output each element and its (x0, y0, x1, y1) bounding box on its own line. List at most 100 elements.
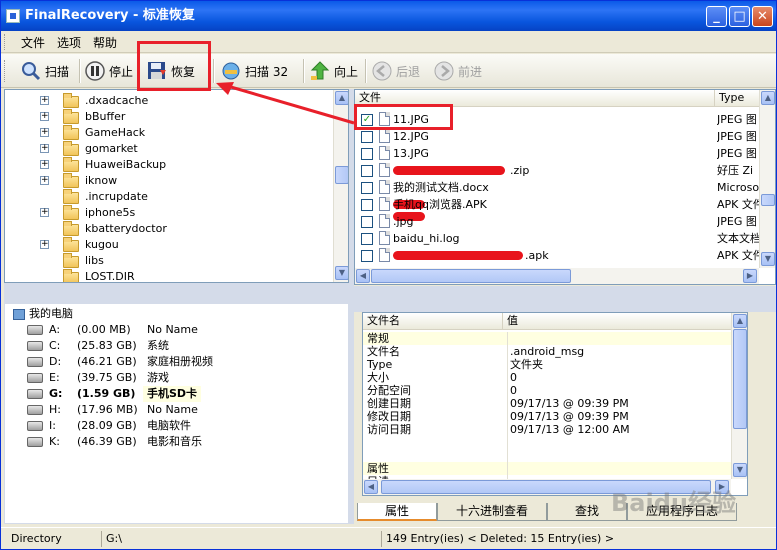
file-checkbox[interactable] (361, 216, 373, 228)
drive-item[interactable]: E: (39.75 GB) 游戏 (5, 370, 335, 386)
property-name: 属性 (367, 462, 389, 475)
menu-file[interactable]: 文件 (15, 31, 51, 54)
file-checkbox[interactable] (361, 182, 373, 194)
scan-button[interactable]: 扫描 (21, 58, 69, 84)
menu-options[interactable]: 选项 (51, 31, 87, 54)
tree-item-label: HuaweiBackup (85, 158, 167, 171)
drive-label: 游戏 (147, 371, 169, 384)
tree-item[interactable]: kbatterydoctor (5, 221, 331, 237)
drive-size: (1.59 GB) (77, 387, 136, 400)
property-row[interactable] (363, 449, 731, 462)
tree-item[interactable]: .incrupdate (5, 189, 331, 205)
maximize-button[interactable]: □ (729, 6, 750, 27)
up-arrow-icon (310, 61, 330, 81)
tree-item[interactable]: LOST.DIR (5, 269, 331, 282)
drive-item[interactable]: C: (25.83 GB) 系统 (5, 338, 335, 354)
tree-item[interactable]: + iphone5s (5, 205, 331, 221)
file-row[interactable]: 12.JPG JPEG 图 (355, 128, 759, 145)
drive-item[interactable]: H: (17.96 MB) No Name (5, 402, 335, 418)
toolbar: 扫描 停止 恢复 扫描 32 向上 后退 前进 (1, 54, 776, 88)
drive-item[interactable]: G: (1.59 GB) 手机SD卡 (5, 386, 335, 402)
property-row[interactable]: 修改日期 09/17/13 @ 09:39 PM (363, 410, 731, 423)
highlight-recover (137, 41, 211, 91)
folder-icon (63, 93, 79, 108)
drive-size: (0.00 MB) (77, 323, 131, 336)
folder-icon (63, 109, 79, 124)
property-row[interactable]: 文件名 .android_msg (363, 345, 731, 358)
expand-icon[interactable]: + (40, 112, 49, 121)
tree-item-label: kbatterydoctor (85, 222, 167, 235)
property-value: 文件夹 (507, 358, 543, 371)
expand-icon[interactable]: + (40, 240, 49, 249)
tab-hex-view[interactable]: 十六进制查看 (437, 503, 547, 521)
properties-vscrollbar[interactable]: ▲ ▼ (731, 313, 747, 479)
tree-item-label: kugou (85, 238, 119, 251)
file-list-hscrollbar[interactable]: ◀ ▶ (355, 268, 759, 284)
drive-item[interactable]: A: (0.00 MB) No Name (5, 322, 335, 338)
expand-icon[interactable]: + (40, 176, 49, 185)
property-row[interactable]: 常规 (363, 332, 731, 345)
status-kind: Directory (11, 532, 62, 545)
close-button[interactable]: ✕ (752, 6, 773, 27)
file-checkbox[interactable] (361, 131, 373, 143)
tree-item[interactable]: libs (5, 253, 331, 269)
file-checkbox[interactable] (361, 250, 373, 262)
tree-item[interactable]: + kugou (5, 237, 331, 253)
drive-label: 家庭相册视频 (147, 355, 213, 368)
minimize-button[interactable]: _ (706, 6, 727, 27)
file-name: 手机qq浏览器.APK (393, 198, 487, 211)
expand-icon[interactable]: + (40, 144, 49, 153)
file-checkbox[interactable] (361, 199, 373, 211)
tree-item[interactable]: + HuaweiBackup (5, 157, 331, 173)
property-value: 09/17/13 @ 09:39 PM (507, 397, 629, 410)
drive-letter: C: (49, 339, 61, 352)
tree-item-label: bBuffer (85, 110, 126, 123)
forward-button[interactable]: 前进 (434, 58, 482, 84)
expand-icon[interactable]: + (40, 96, 49, 105)
property-row[interactable] (363, 436, 731, 449)
file-row[interactable]: .zip 好压 Zi (355, 162, 759, 179)
expand-icon[interactable]: + (40, 208, 49, 217)
property-row[interactable]: 创建日期 09/17/13 @ 09:39 PM (363, 397, 731, 410)
drive-item[interactable]: I: (28.09 GB) 电脑软件 (5, 418, 335, 434)
back-button[interactable]: 后退 (372, 58, 420, 84)
drive-item[interactable]: K: (46.39 GB) 电影和音乐 (5, 434, 335, 450)
properties-pane: 文件名 值 常规 文件名 .android_msg Type 文件夹 大小 0 分配空间 0 创建… (362, 312, 748, 496)
file-row[interactable]: .jpg JPEG 图 (355, 212, 759, 230)
expand-icon[interactable]: + (40, 128, 49, 137)
property-row[interactable]: 访问日期 09/17/13 @ 12:00 AM (363, 423, 731, 436)
tree-item[interactable]: + iknow (5, 173, 331, 189)
drive-size: (28.09 GB) (77, 419, 137, 432)
file-row[interactable]: .apk APK 文件 (355, 247, 761, 264)
drive-item[interactable]: D: (46.21 GB) 家庭相册视频 (5, 354, 335, 370)
tree-item[interactable]: + gomarket (5, 141, 331, 157)
property-row[interactable]: 分配空间 0 (363, 384, 731, 397)
property-row[interactable]: 属性 (363, 462, 731, 475)
expand-icon[interactable]: + (40, 160, 49, 169)
prop-column-value[interactable]: 值 (503, 313, 733, 330)
file-row[interactable]: 我的测试文档.docx Microso (355, 179, 759, 196)
tab-properties[interactable]: 属性 (357, 503, 437, 521)
drive-icon (27, 373, 43, 383)
file-list-vscrollbar[interactable]: ▲ ▼ (759, 90, 775, 268)
file-checkbox[interactable] (361, 148, 373, 160)
drive-icon (27, 341, 43, 351)
file-name: 13.JPG (393, 147, 429, 160)
file-checkbox[interactable] (361, 233, 373, 245)
folder-icon (63, 205, 79, 220)
file-checkbox[interactable] (361, 165, 373, 177)
file-icon (379, 214, 390, 228)
file-row[interactable]: 13.JPG JPEG 图 (355, 145, 759, 162)
menu-help[interactable]: 帮助 (87, 31, 123, 54)
property-row[interactable]: 大小 0 (363, 371, 731, 384)
file-icon (379, 146, 390, 160)
property-name: 修改日期 (367, 410, 411, 423)
highlight-file (354, 104, 453, 130)
file-row[interactable]: baidu_hi.log 文本文档 (355, 230, 761, 247)
property-row[interactable]: Type 文件夹 (363, 358, 731, 371)
file-row[interactable]: 手机qq浏览器.APK APK 文件 (355, 196, 761, 213)
prop-column-name[interactable]: 文件名 (363, 313, 503, 330)
stop-button[interactable]: 停止 (85, 58, 133, 84)
my-computer-node[interactable]: 我的电脑 (13, 306, 73, 322)
pause-icon (85, 61, 105, 81)
